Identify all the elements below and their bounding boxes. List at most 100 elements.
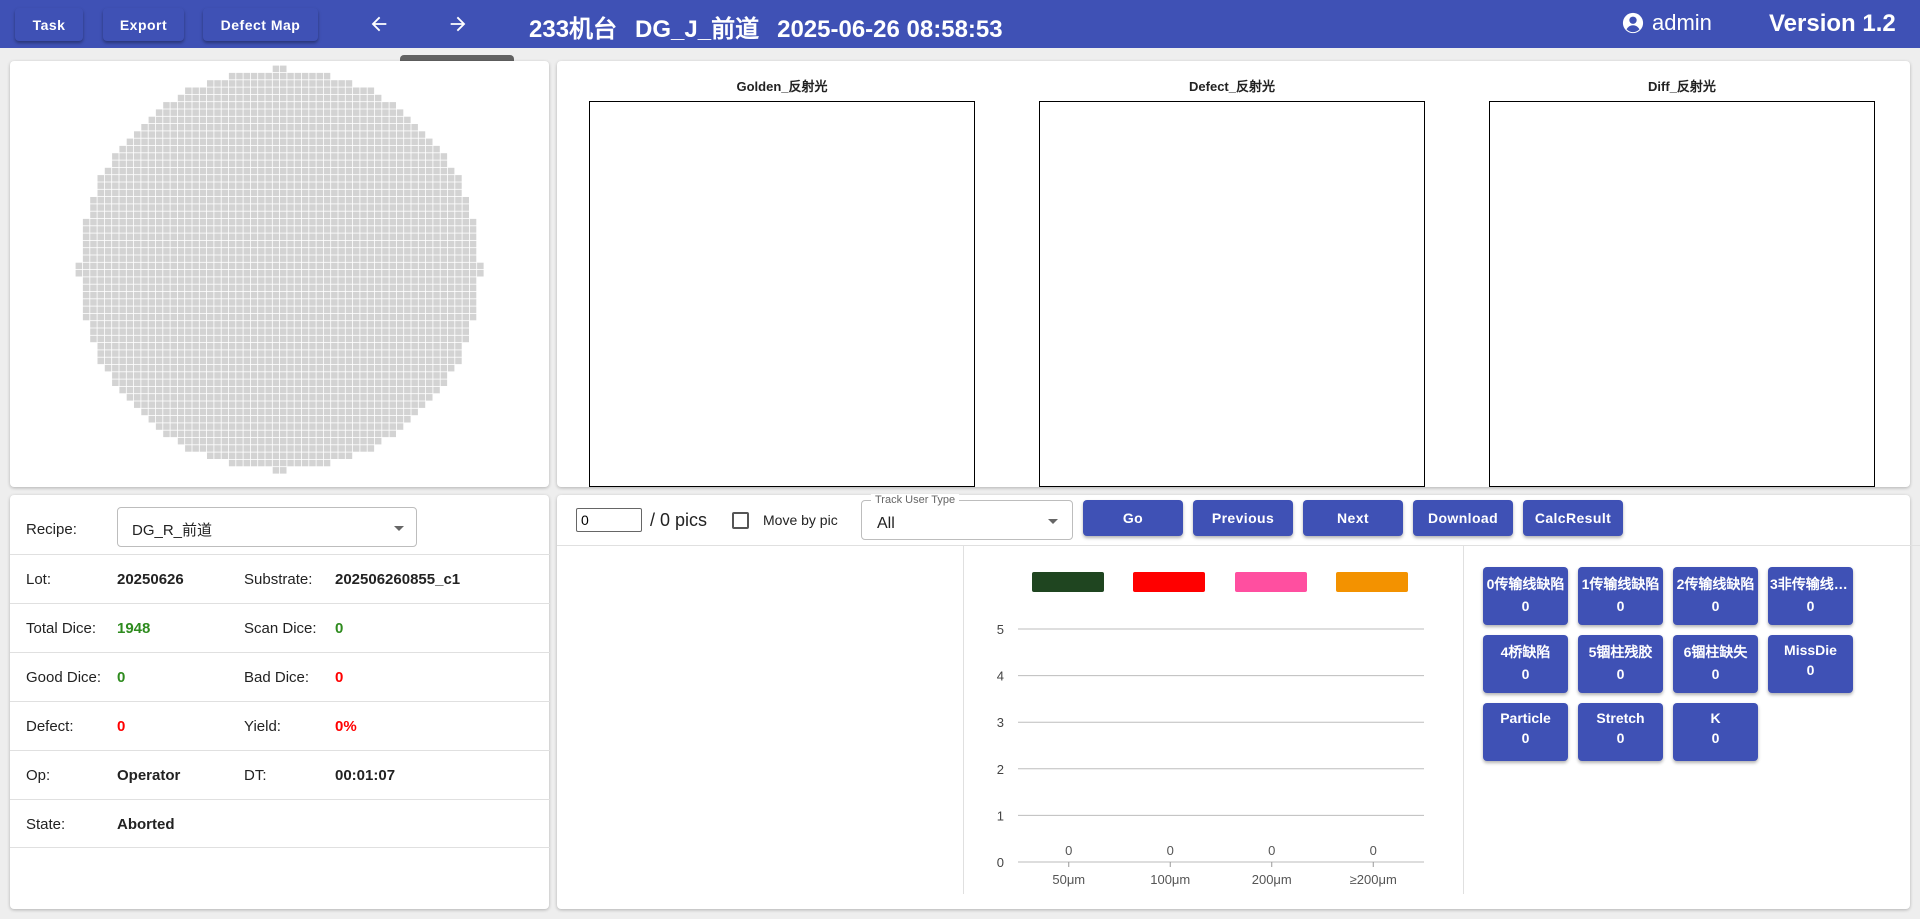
wafer-die[interactable]	[309, 109, 316, 116]
wafer-die[interactable]	[294, 386, 302, 394]
wafer-die[interactable]	[345, 240, 353, 248]
wafer-die[interactable]	[126, 284, 134, 292]
wafer-die[interactable]	[396, 364, 404, 372]
wafer-die[interactable]	[353, 394, 360, 401]
wafer-die[interactable]	[280, 379, 287, 387]
wafer-die[interactable]	[82, 284, 90, 292]
wafer-die[interactable]	[411, 175, 418, 182]
wafer-die[interactable]	[272, 167, 280, 175]
wafer-die[interactable]	[433, 160, 440, 168]
wafer-die[interactable]	[309, 211, 316, 219]
wafer-die[interactable]	[82, 248, 90, 255]
wafer-die[interactable]	[396, 167, 404, 175]
wafer-die[interactable]	[177, 437, 185, 445]
wafer-die[interactable]	[316, 386, 324, 394]
wafer-die[interactable]	[141, 350, 148, 357]
wafer-die[interactable]	[119, 343, 126, 350]
wafer-die[interactable]	[265, 430, 272, 438]
wafer-die[interactable]	[104, 233, 112, 241]
wafer-die[interactable]	[199, 328, 207, 335]
wafer-die[interactable]	[389, 299, 397, 306]
wafer-die[interactable]	[374, 109, 382, 116]
wafer-die[interactable]	[141, 270, 148, 277]
wafer-die[interactable]	[331, 328, 338, 335]
wafer-die[interactable]	[433, 270, 440, 277]
wafer-die[interactable]	[280, 211, 287, 219]
wafer-die[interactable]	[345, 430, 353, 438]
wafer-die[interactable]	[228, 240, 236, 248]
wafer-die[interactable]	[396, 116, 404, 124]
wafer-die[interactable]	[192, 306, 199, 314]
wafer-die[interactable]	[141, 197, 148, 204]
wafer-die[interactable]	[192, 423, 199, 430]
wafer-die[interactable]	[345, 357, 353, 365]
wafer-die[interactable]	[353, 109, 360, 116]
wafer-die[interactable]	[236, 284, 243, 292]
wafer-die[interactable]	[367, 175, 375, 182]
wafer-die[interactable]	[374, 416, 382, 423]
wafer-die[interactable]	[272, 240, 280, 248]
wafer-die[interactable]	[243, 372, 251, 379]
wafer-die[interactable]	[134, 197, 141, 204]
wafer-die[interactable]	[287, 116, 294, 124]
wafer-die[interactable]	[258, 94, 265, 102]
wafer-die[interactable]	[214, 416, 221, 423]
wafer-die[interactable]	[374, 240, 382, 248]
wafer-die[interactable]	[382, 204, 389, 211]
wafer-die[interactable]	[374, 299, 382, 306]
wafer-die[interactable]	[301, 226, 309, 233]
wafer-die[interactable]	[236, 350, 243, 357]
wafer-die[interactable]	[185, 262, 192, 270]
wafer-die[interactable]	[280, 423, 287, 430]
wafer-die[interactable]	[177, 299, 185, 306]
wafer-die[interactable]	[163, 138, 170, 146]
wafer-die[interactable]	[294, 233, 302, 241]
wafer-die[interactable]	[207, 248, 214, 255]
wafer-die[interactable]	[345, 306, 353, 314]
wafer-die[interactable]	[345, 423, 353, 430]
wafer-die[interactable]	[272, 452, 280, 460]
wafer-die[interactable]	[440, 364, 448, 372]
wafer-die[interactable]	[134, 218, 141, 226]
wafer-die[interactable]	[367, 372, 375, 379]
wafer-die[interactable]	[462, 233, 470, 241]
wafer-die[interactable]	[104, 262, 112, 270]
wafer-die[interactable]	[148, 291, 156, 299]
wafer-die[interactable]	[353, 423, 360, 430]
wafer-die[interactable]	[170, 204, 178, 211]
wafer-die[interactable]	[148, 350, 156, 357]
wafer-die[interactable]	[418, 328, 426, 335]
wafer-die[interactable]	[177, 167, 185, 175]
wafer-die[interactable]	[250, 386, 258, 394]
wafer-die[interactable]	[309, 182, 316, 189]
wafer-die[interactable]	[396, 350, 404, 357]
wafer-die[interactable]	[396, 357, 404, 365]
wafer-die[interactable]	[280, 94, 287, 102]
wafer-die[interactable]	[389, 167, 397, 175]
wafer-die[interactable]	[338, 364, 345, 372]
wafer-die[interactable]	[294, 160, 302, 168]
wafer-die[interactable]	[112, 167, 119, 175]
wafer-die[interactable]	[126, 211, 134, 219]
wafer-die[interactable]	[148, 284, 156, 292]
wafer-die[interactable]	[258, 145, 265, 153]
wafer-die[interactable]	[411, 262, 418, 270]
wafer-die[interactable]	[104, 240, 112, 248]
wafer-die[interactable]	[185, 109, 192, 116]
wafer-die[interactable]	[265, 124, 272, 131]
wafer-die[interactable]	[192, 343, 199, 350]
wafer-die[interactable]	[331, 167, 338, 175]
wafer-die[interactable]	[331, 197, 338, 204]
wafer-die[interactable]	[228, 364, 236, 372]
wafer-die[interactable]	[250, 437, 258, 445]
wafer-die[interactable]	[243, 452, 251, 460]
wafer-die[interactable]	[272, 131, 280, 138]
wafer-die[interactable]	[199, 401, 207, 408]
wafer-die[interactable]	[374, 350, 382, 357]
wafer-die[interactable]	[265, 452, 272, 460]
wafer-die[interactable]	[455, 284, 462, 292]
wafer-die[interactable]	[382, 167, 389, 175]
wafer-die[interactable]	[309, 145, 316, 153]
wafer-die[interactable]	[207, 386, 214, 394]
wafer-die[interactable]	[236, 233, 243, 241]
